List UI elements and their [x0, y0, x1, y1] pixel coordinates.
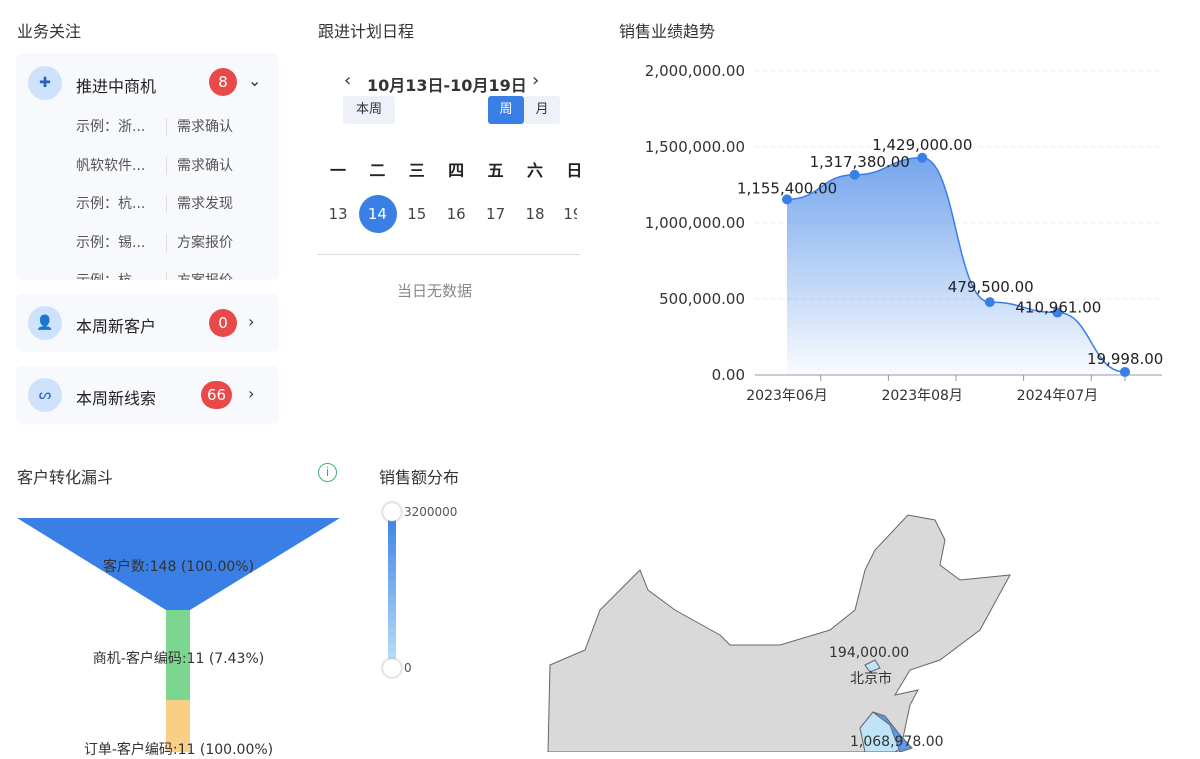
y-tick-label: 1,500,000.00: [645, 138, 745, 156]
calendar-day[interactable]: 15: [402, 205, 432, 223]
y-tick-label: 500,000.00: [659, 290, 745, 308]
funnel-label-1: 客户数:148 (100.00%): [102, 559, 255, 575]
x-tick-label: 2023年06月: [746, 388, 827, 404]
funnel-label-3: 订单-客户编码:11 (100.00%): [83, 742, 274, 758]
range-min-label: 0: [404, 661, 412, 675]
range-max-label: 3200000: [404, 505, 458, 519]
data-label: 479,500.00: [948, 278, 1034, 296]
data-point[interactable]: [1120, 366, 1130, 377]
funnel-label-2: 商机-客户编码:11 (7.43%): [92, 651, 265, 667]
data-point[interactable]: [849, 169, 860, 180]
map-title: 销售额分布: [379, 468, 460, 487]
data-label: 1,155,400.00: [737, 179, 837, 197]
funnel-title: 客户转化漏斗: [17, 468, 114, 487]
x-tick-label: 2024年07月: [1017, 388, 1098, 404]
data-point[interactable]: [984, 297, 995, 308]
calendar-day[interactable]: 13: [323, 205, 353, 223]
calendar-day[interactable]: 14: [362, 205, 392, 223]
data-label: 410,961.00: [1015, 299, 1101, 317]
visual-map-bar[interactable]: [388, 512, 396, 668]
data-label: 1,429,000.00: [872, 136, 972, 154]
funnel-chart: [17, 518, 340, 752]
sales-trend-chart: 0.00 500,000.00 1,000,000.00 1,500,000.00 2,…: [645, 62, 1164, 404]
map-region-china[interactable]: [547, 514, 1011, 752]
data-label: 1,317,380.00: [810, 153, 910, 171]
info-icon[interactable]: i: [318, 463, 337, 482]
china-map[interactable]: [540, 500, 1040, 752]
range-handle-max[interactable]: [383, 503, 401, 521]
x-tick-label: 2023年08月: [881, 388, 962, 404]
data-point[interactable]: [917, 152, 928, 163]
calendar-day[interactable]: 16: [441, 205, 471, 223]
y-tick-label: 2,000,000.00: [645, 62, 745, 80]
calendar-day[interactable]: 18: [520, 205, 550, 223]
y-tick-label: 1,000,000.00: [645, 214, 745, 232]
calendar-day[interactable]: 19: [559, 205, 577, 223]
range-handle-min[interactable]: [383, 659, 401, 677]
calendar-day[interactable]: 17: [481, 205, 511, 223]
data-label: 19,998.00: [1087, 350, 1163, 368]
y-tick-label: 0.00: [712, 366, 745, 384]
area-fill: [787, 157, 1125, 375]
map-value-label: 194,000.00: [829, 645, 910, 661]
map-value-label: 1,068,978.00: [850, 734, 944, 750]
map-region-label: 北京市: [850, 671, 892, 687]
